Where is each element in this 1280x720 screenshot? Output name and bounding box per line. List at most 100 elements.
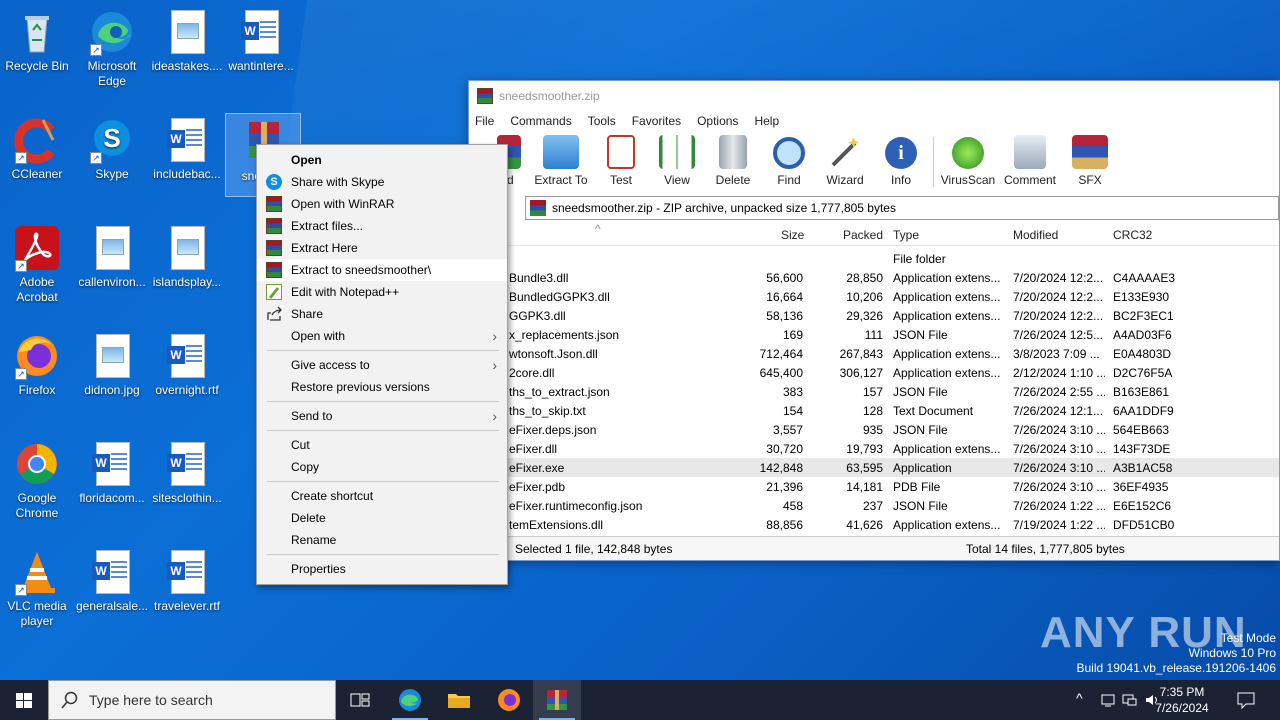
menu-tools[interactable]: Tools [588, 114, 616, 128]
start-button[interactable] [0, 680, 48, 720]
menu-item-extract-here[interactable]: Extract Here [257, 237, 507, 259]
menu-item-open-with-winrar[interactable]: Open with WinRAR [257, 193, 507, 215]
menu-help[interactable]: Help [754, 114, 779, 128]
task-view-icon [350, 693, 370, 707]
column-modified[interactable]: Modified [1013, 228, 1058, 242]
taskbar-search-box[interactable]: Type here to search [48, 680, 336, 720]
desktop-icon-ideastakes[interactable]: ideastakes.... [150, 8, 224, 74]
desktop-icon-firefox[interactable]: ↗ Firefox [0, 332, 74, 398]
desktop-icon-islandsplay[interactable]: islandsplay... [150, 224, 224, 290]
menu-item-extract-files[interactable]: Extract files... [257, 215, 507, 237]
desktop-icon-travelever[interactable]: W travelever.rtf [150, 548, 224, 614]
cell-name: eFixer.runtimeconfig.json [509, 499, 643, 513]
desktop-icon-chrome[interactable]: Google Chrome [0, 440, 74, 521]
toolbar-find-button[interactable]: Find [761, 137, 817, 191]
cell-type: Application extens... [893, 290, 1001, 304]
menu-options[interactable]: Options [697, 114, 738, 128]
table-row[interactable]: eFixer.deps.json 3,557 935 JSON File 7/26/20… [469, 420, 1279, 439]
toolbar-test-button[interactable]: Test [593, 135, 649, 191]
table-row[interactable]: File folder [469, 249, 1279, 268]
desktop-icon-callenviron[interactable]: callenviron... [75, 224, 149, 290]
desktop-icon-includebac[interactable]: W includebac... [150, 116, 224, 182]
column-packed[interactable]: Packed [843, 228, 883, 242]
menu-item-restore-previous-versions[interactable]: Restore previous versions [257, 376, 507, 398]
menu-item-share[interactable]: Share [257, 303, 507, 325]
menu-item-delete[interactable]: Delete [257, 507, 507, 529]
column-type[interactable]: Type [893, 228, 919, 242]
table-row[interactable]: eFixer.runtimeconfig.json 458 237 JSON File… [469, 496, 1279, 515]
desktop-icon-floridacom[interactable]: W floridacom... [75, 440, 149, 506]
table-row[interactable]: Bundle3.dll 56,600 28,850 Application exten… [469, 268, 1279, 287]
menu-item-send-to[interactable]: Send to › [257, 405, 507, 427]
menu-item-give-access-to[interactable]: Give access to › [257, 354, 507, 376]
table-row[interactable]: eFixer.pdb 21,396 14,181 PDB File 7/26/2024 … [469, 477, 1279, 496]
desktop-icon-acrobat[interactable]: ↗ Adobe Acrobat [0, 224, 74, 305]
word-doc-icon: W [163, 548, 211, 596]
cell-name: eFixer.exe [509, 461, 565, 475]
winrar-titlebar[interactable]: sneedsmoother.zip [469, 81, 1279, 111]
table-row[interactable]: wtonsoft.Json.dll 712,464 267,843 Applicati… [469, 344, 1279, 363]
archive-path-bar[interactable]: sneedsmoother.zip - ZIP archive, unpacke… [525, 196, 1279, 220]
table-row[interactable]: x_replacements.json 169 111 JSON File 7/26/2… [469, 325, 1279, 344]
status-selected: Selected 1 file, 142,848 bytes [515, 542, 673, 556]
toolbar-wizard-button[interactable]: Wizard [817, 135, 873, 191]
desktop-icon-sitesclothin[interactable]: W sitesclothin... [150, 440, 224, 506]
table-row[interactable]: eFixer.dll 30,720 19,793 Application extens… [469, 439, 1279, 458]
toolbar-extract-to-button[interactable]: Extract To [529, 135, 593, 191]
menu-file[interactable]: File [475, 114, 494, 128]
column-crc32[interactable]: CRC32 [1113, 228, 1152, 242]
menu-item-copy[interactable]: Copy [257, 456, 507, 478]
desktop-icon-skype[interactable]: S ↗ Skype [75, 116, 149, 182]
table-row[interactable]: BundledGGPK3.dll 16,664 10,206 Application … [469, 287, 1279, 306]
desktop-icon-overnight[interactable]: W overnight.rtf [150, 332, 224, 398]
taskbar-winrar[interactable] [533, 680, 581, 720]
desktop-icon-recycle-bin[interactable]: Recycle Bin [0, 8, 74, 74]
windows-logo-icon [16, 693, 32, 708]
menu-item-open-with[interactable]: Open with › [257, 325, 507, 347]
cell-modified: 7/19/2024 1:22 ... [1013, 518, 1105, 532]
table-row[interactable]: ths_to_skip.txt 154 128 Text Document 7/26/2… [469, 401, 1279, 420]
skype-icon: S ↗ [88, 116, 136, 164]
task-view-button[interactable] [336, 680, 384, 720]
menu-item-share-with-skype[interactable]: S Share with Skype [257, 171, 507, 193]
menu-item-create-shortcut[interactable]: Create shortcut [257, 485, 507, 507]
desktop-icon-generalsale[interactable]: W generalsale... [75, 548, 149, 614]
toolbar-view-button[interactable]: View [649, 135, 705, 191]
toolbar-virusscan-button[interactable]: VirusScan [938, 137, 998, 191]
desktop-icon-didnon[interactable]: didnon.jpg [75, 332, 149, 398]
column-size[interactable]: Size [781, 228, 804, 242]
desktop-icon-vlc[interactable]: ↗ VLC media player [0, 548, 74, 629]
desktop-icon-edge[interactable]: ↗ Microsoft Edge [75, 8, 149, 89]
virus-scan-icon [952, 137, 984, 169]
menu-item-edit-with-notepadpp[interactable]: Edit with Notepad++ [257, 281, 507, 303]
cell-crc: D2C76F5A [1113, 366, 1173, 380]
winrar-icon [266, 262, 282, 278]
sort-arrow-icon[interactable]: ^ [595, 222, 601, 236]
chevron-up-icon[interactable]: ^ [1076, 690, 1083, 706]
table-row[interactable]: ths_to_extract.json 383 157 JSON File 7/26/2… [469, 382, 1279, 401]
toolbar-comment-button[interactable]: Comment [998, 135, 1062, 191]
menu-commands[interactable]: Commands [510, 114, 571, 128]
cell-modified: 7/20/2024 12:2... [1013, 271, 1104, 285]
desktop-icon-wantintere[interactable]: W wantintere... [224, 8, 298, 74]
desktop-icon-ccleaner[interactable]: ↗ CCleaner [0, 116, 74, 182]
cell-name: ths_to_extract.json [509, 385, 610, 399]
taskbar-edge[interactable] [386, 680, 434, 720]
menu-item-cut[interactable]: Cut [257, 434, 507, 456]
menu-item-properties[interactable]: Properties [257, 558, 507, 580]
taskbar-file-explorer[interactable] [435, 680, 483, 720]
toolbar-sfx-button[interactable]: SFX [1062, 135, 1118, 191]
table-row[interactable]: GGPK3.dll 58,136 29,326 Application extens.… [469, 306, 1279, 325]
taskbar-clock[interactable]: 7:35 PM 7/26/2024 [1142, 684, 1222, 716]
menu-item-extract-to-folder[interactable]: Extract to sneedsmoother\ [257, 259, 507, 281]
menu-favorites[interactable]: Favorites [632, 114, 681, 128]
menu-item-rename[interactable]: Rename [257, 529, 507, 551]
toolbar-delete-button[interactable]: Delete [705, 135, 761, 191]
taskbar-firefox[interactable] [485, 680, 533, 720]
table-row[interactable]: eFixer.exe 142,848 63,595 Application 7/26/2… [469, 458, 1279, 477]
menu-separator [267, 430, 499, 431]
menu-item-open[interactable]: Open [257, 149, 507, 171]
table-row[interactable]: 2core.dll 645,400 306,127 Application exten… [469, 363, 1279, 382]
toolbar-info-button[interactable]: i Info [873, 137, 929, 191]
table-row[interactable]: temExtensions.dll 88,856 41,626 Application… [469, 515, 1279, 534]
